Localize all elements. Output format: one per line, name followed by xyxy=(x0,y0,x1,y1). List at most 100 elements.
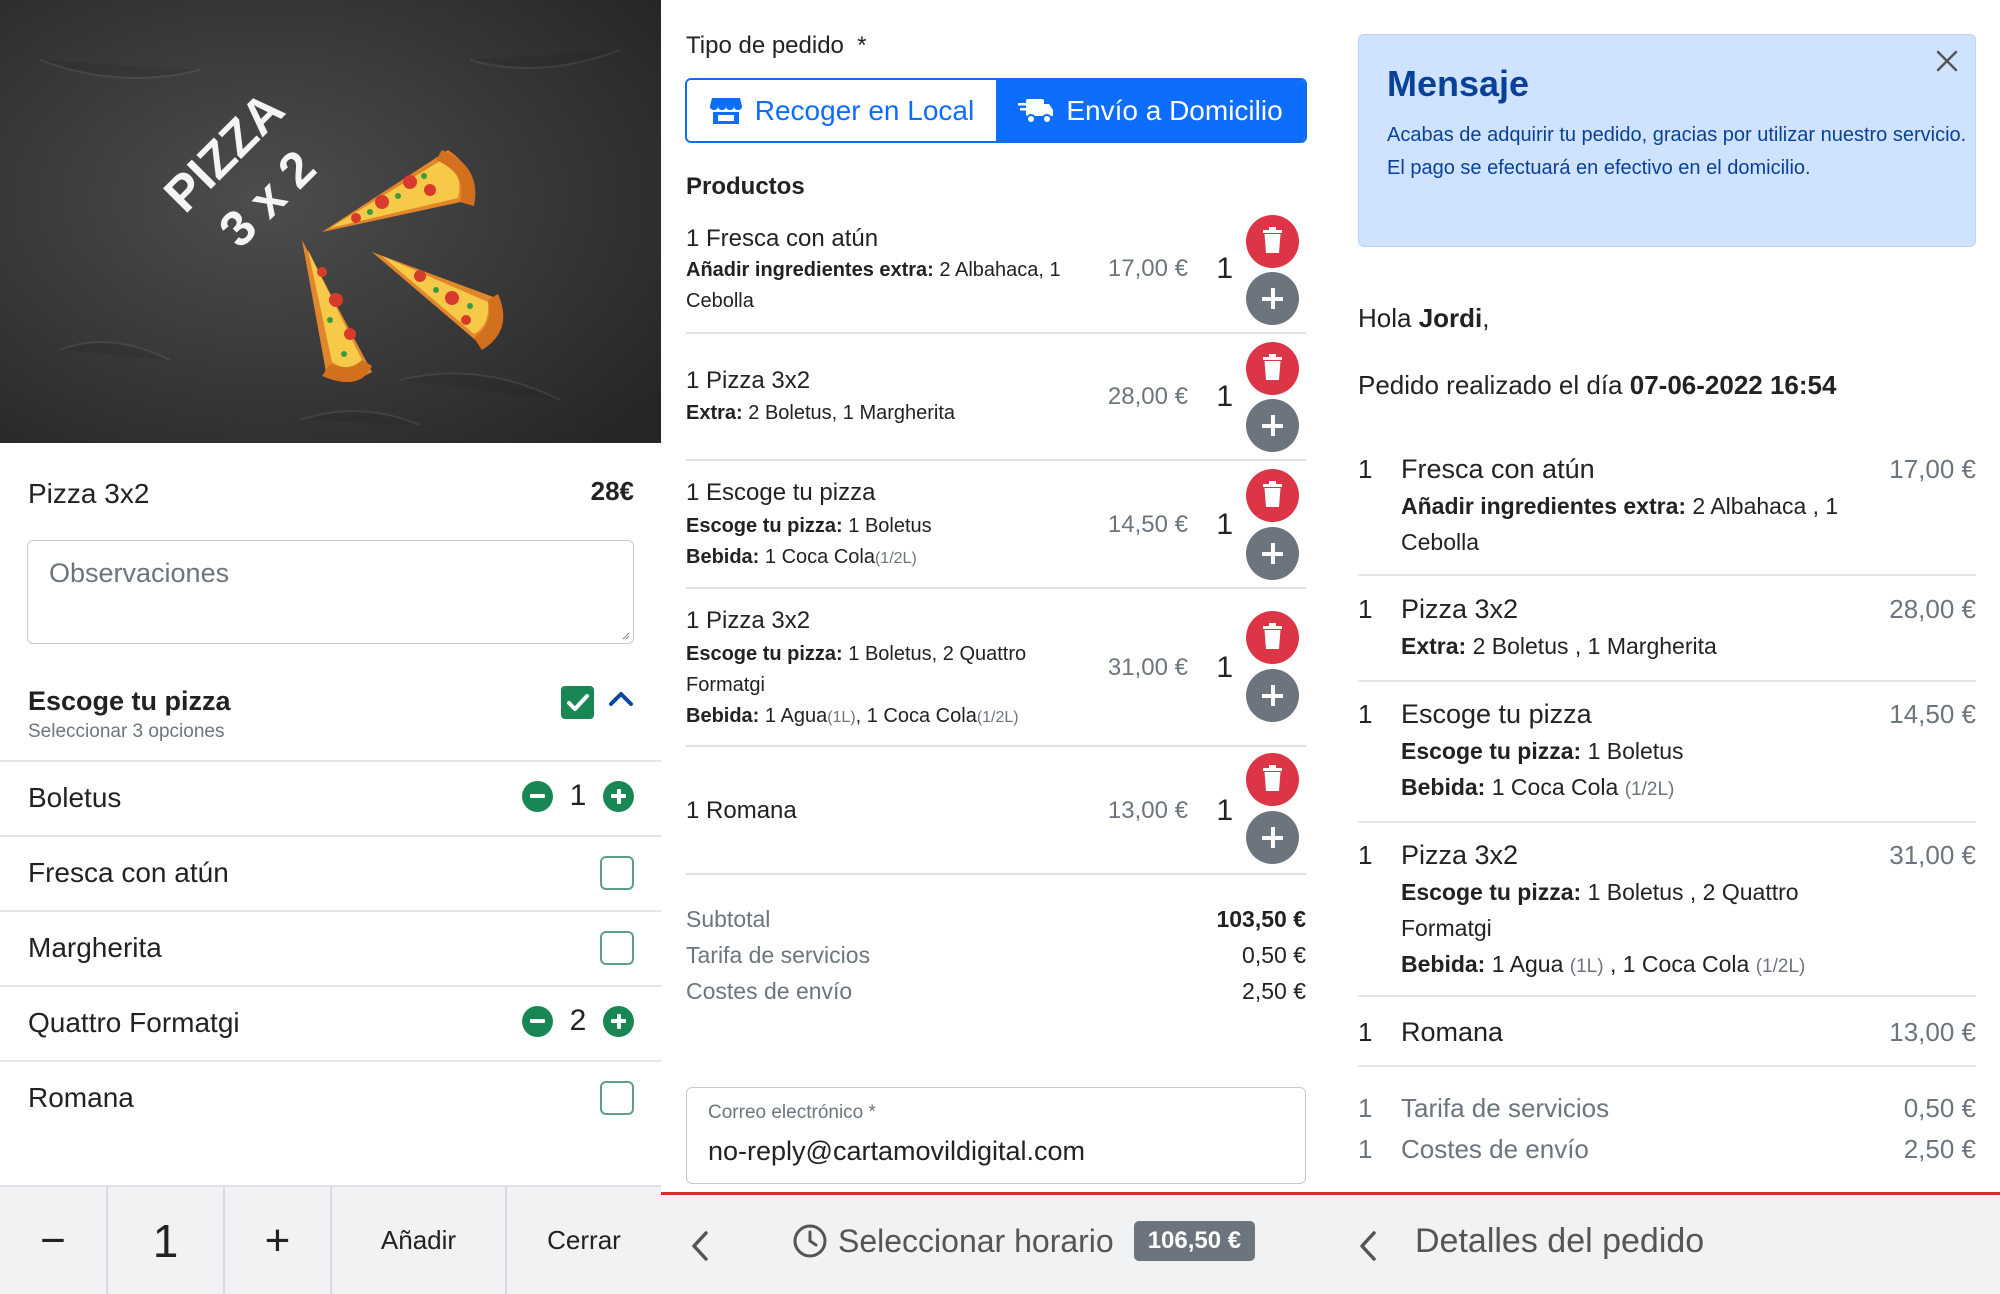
order-item: 1 Escoge tu pizza 14,50 € Escoge tu pizz… xyxy=(1358,682,1976,823)
detail-label: Extra: xyxy=(1401,633,1467,659)
delete-item-button[interactable] xyxy=(1246,469,1299,522)
increase-item-button[interactable] xyxy=(1246,527,1299,580)
detail-label: Añadir ingredientes extra: xyxy=(1401,493,1687,519)
fee-label: Costes de envío xyxy=(1401,1134,1589,1164)
cart-item: 1 Fresca con atún Añadir ingredientes ex… xyxy=(686,215,1306,334)
delete-item-button[interactable] xyxy=(1246,342,1299,395)
plus-circle-icon[interactable] xyxy=(603,1005,634,1037)
message-alert: Mensaje Acabas de adquirir tu pedido, gr… xyxy=(1358,34,1976,247)
summary-value: 2,50 € xyxy=(1242,978,1306,1004)
order-item: 1 Pizza 3x2 31,00 € Escoge tu pizza: 1 B… xyxy=(1358,823,1976,997)
option-checkbox[interactable] xyxy=(600,931,634,965)
cart-item: 1 Pizza 3x2 Escoge tu pizza: 1 Boletus, … xyxy=(686,589,1306,747)
fee-qty: 1 xyxy=(1358,1093,1373,1123)
option-quantity: 1 xyxy=(569,779,587,812)
decrease-quantity-button[interactable]: − xyxy=(0,1187,108,1294)
order-item-title: Pizza 3x2 xyxy=(1401,594,1519,624)
greeting: Hola Jordi, xyxy=(1358,303,1490,334)
trash-icon xyxy=(1263,765,1282,791)
minus-circle-icon[interactable] xyxy=(522,1005,553,1037)
option-label: Margherita xyxy=(28,932,162,963)
cart-item-price: 17,00 € xyxy=(1107,255,1188,282)
cart-item-title: 1 Pizza 3x2 xyxy=(686,367,811,394)
order-item-qty: 1 xyxy=(1358,454,1373,484)
detail-label: Bebida: xyxy=(1401,951,1486,977)
increase-item-button[interactable] xyxy=(1246,272,1299,325)
chevron-left-icon[interactable] xyxy=(1357,1229,1379,1263)
alert-line: El pago se efectuará en efectivo en el d… xyxy=(1387,157,1811,179)
pickup-option-button[interactable]: Recoger en Local xyxy=(687,80,996,141)
option-checkbox[interactable] xyxy=(600,1081,634,1115)
option-checkbox[interactable] xyxy=(600,856,634,890)
order-details-footer: Detalles del pedido xyxy=(1329,1192,2000,1294)
order-item-details: Escoge tu pizza: 1 Boletus Bebida: 1 Coc… xyxy=(1401,733,1881,808)
order-item-qty: 1 xyxy=(1358,1017,1373,1047)
quantity-display: 1 xyxy=(108,1187,225,1294)
cart-item-quantity: 1 xyxy=(1216,380,1233,413)
cart-item-quantity: 1 xyxy=(1216,794,1233,827)
fee-qty: 1 xyxy=(1358,1134,1373,1164)
detail-value: 1 Boletus xyxy=(842,515,932,537)
order-date-label: Pedido realizado el día xyxy=(1358,370,1630,400)
email-field[interactable]: Correo electrónico * no-reply@cartamovil… xyxy=(686,1087,1306,1184)
close-icon[interactable] xyxy=(1933,47,1961,75)
increase-item-button[interactable] xyxy=(1246,669,1299,722)
order-item-qty: 1 xyxy=(1358,840,1373,870)
detail-label: Bebida: xyxy=(1401,774,1486,800)
delete-item-button[interactable] xyxy=(1246,611,1299,664)
increase-quantity-button[interactable]: + xyxy=(225,1187,332,1294)
total-badge: 106,50 € xyxy=(1133,1221,1256,1261)
cart-item-title: 1 Fresca con atún xyxy=(686,225,879,252)
option-label: Fresca con atún xyxy=(28,857,229,888)
option-group-title: Escoge tu pizza xyxy=(28,686,231,716)
detail-size: (1/2L) xyxy=(976,709,1019,726)
truck-icon xyxy=(1018,98,1054,124)
promo-banner-image: PIZZA 3 x 2 xyxy=(0,0,661,443)
fee-label: Tarifa de servicios xyxy=(1401,1093,1610,1123)
order-item: 1 Fresca con atún 17,00 € Añadir ingredi… xyxy=(1358,444,1976,576)
cart-item-price: 28,00 € xyxy=(1107,383,1188,410)
plus-circle-icon[interactable] xyxy=(603,780,634,812)
quantity-stepper[interactable]: 2 xyxy=(522,1004,634,1038)
product-detail-panel: PIZZA 3 x 2 Pizza 3x2 28€ Observaciones … xyxy=(0,0,661,1294)
summary-label: Costes de envío xyxy=(686,978,853,1004)
trash-icon xyxy=(1263,227,1282,253)
chevron-left-icon[interactable] xyxy=(689,1229,711,1263)
summary-label: Subtotal xyxy=(686,906,771,932)
delivery-option-button[interactable]: Envío a Domicilio xyxy=(996,80,1305,141)
option-row-quattro[interactable]: Quattro Formatgi 2 xyxy=(0,985,661,1060)
order-date: Pedido realizado el día 07-06-2022 16:54 xyxy=(1358,370,1836,401)
option-label: Quattro Formatgi xyxy=(28,1007,240,1038)
option-row-romana[interactable]: Romana xyxy=(0,1060,661,1135)
delete-item-button[interactable] xyxy=(1246,753,1299,806)
chevron-up-icon[interactable] xyxy=(607,688,635,710)
increase-item-button[interactable] xyxy=(1246,399,1299,452)
order-item-title: Romana xyxy=(1401,1017,1504,1047)
delete-item-button[interactable] xyxy=(1246,215,1299,268)
select-schedule-button[interactable]: Seleccionar horario 106,50 € xyxy=(792,1221,1256,1261)
option-row-fresca[interactable]: Fresca con atún xyxy=(0,835,661,910)
clock-icon xyxy=(793,1224,827,1258)
quantity-stepper[interactable]: 1 xyxy=(522,779,634,813)
order-type-toggle[interactable]: Recoger en Local Envío a Domicilio xyxy=(685,78,1307,143)
detail-value: , 1 Coca Cola xyxy=(1603,951,1756,977)
increase-item-button[interactable] xyxy=(1246,811,1299,864)
detail-value: 1 Agua xyxy=(759,705,828,727)
add-button[interactable]: Añadir xyxy=(332,1187,507,1294)
cart-item: 1 Pizza 3x2 Extra: 2 Boletus, 1 Margheri… xyxy=(686,334,1306,461)
option-row-margherita[interactable]: Margherita xyxy=(0,910,661,985)
minus-circle-icon[interactable] xyxy=(522,780,553,812)
trash-icon xyxy=(1263,623,1282,649)
close-button[interactable]: Cerrar xyxy=(507,1187,661,1294)
summary-label: Tarifa de servicios xyxy=(686,942,871,968)
detail-value: 1 Agua xyxy=(1485,951,1570,977)
detail-size: (1L) xyxy=(827,709,856,726)
option-row-boletus[interactable]: Boletus 1 xyxy=(0,760,661,835)
observations-input[interactable]: Observaciones xyxy=(27,540,634,644)
detail-label: Extra: xyxy=(686,402,743,424)
observations-placeholder: Observaciones xyxy=(49,558,230,588)
order-type-label: Tipo de pedido * xyxy=(686,32,867,60)
detail-size: (1/2L) xyxy=(1624,779,1675,800)
order-item-details: Extra: 2 Boletus , 1 Margherita xyxy=(1401,628,1881,664)
product-price: 28€ xyxy=(590,476,634,506)
